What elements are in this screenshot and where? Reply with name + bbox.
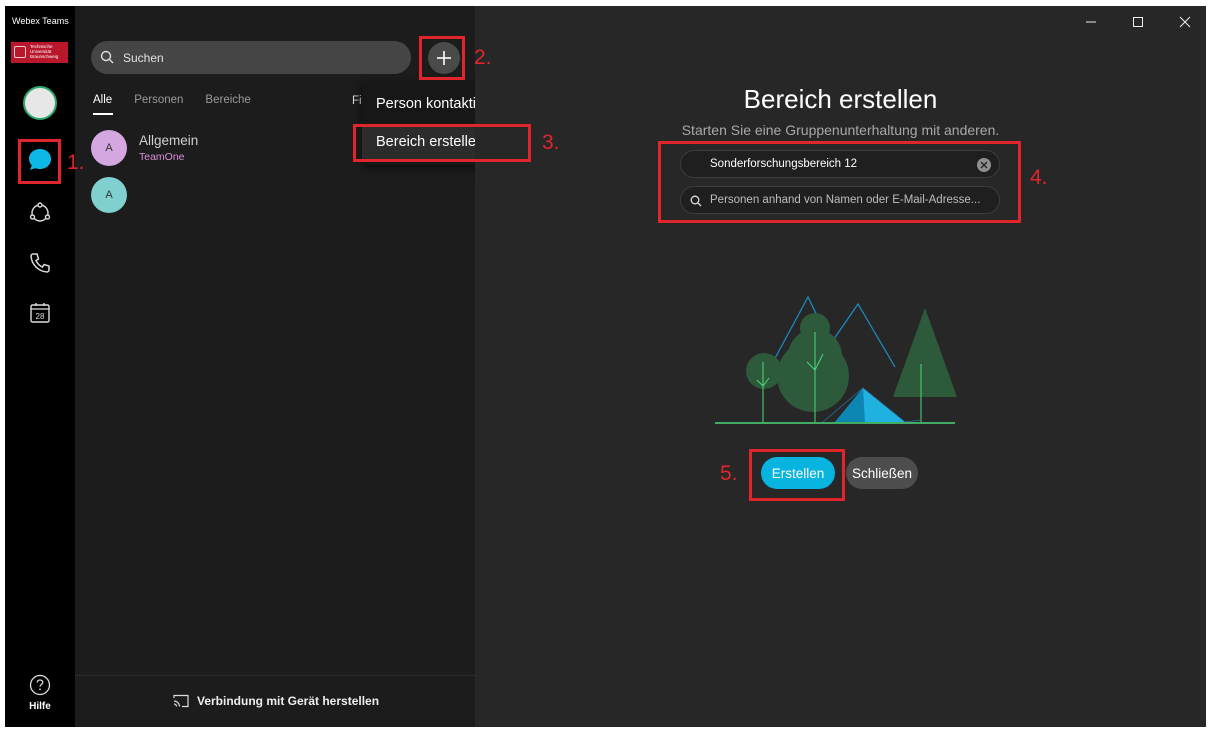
annotation-label-4: 4. (1030, 166, 1048, 189)
list-item[interactable]: A Allgemein TeamOne (91, 130, 351, 166)
user-avatar[interactable] (23, 86, 57, 120)
tab-bereiche[interactable]: Bereiche (205, 94, 250, 110)
space-team: TeamOne (139, 151, 185, 163)
app-title: Webex Teams (12, 16, 69, 26)
calendar-icon: 28 (30, 303, 50, 323)
space-avatar: A (91, 130, 127, 166)
annotation-box-3 (353, 124, 531, 162)
maximize-icon (1133, 17, 1143, 27)
calls-button[interactable] (20, 243, 60, 283)
footer-divider (75, 675, 475, 676)
active-tab-indicator (93, 113, 113, 115)
annotation-label-5: 5. (720, 462, 738, 485)
close-icon (1179, 16, 1191, 28)
teams-icon (29, 202, 51, 222)
search-input[interactable]: Suchen (91, 41, 411, 74)
left-rail: Webex Teams Technische Universität Braun… (5, 6, 75, 727)
filter-tabs: Alle Personen Bereiche (93, 94, 273, 110)
teams-button[interactable] (20, 193, 60, 233)
minimize-icon (1086, 21, 1096, 23)
logo-mark (14, 46, 26, 58)
close-button[interactable]: Schließen (846, 457, 918, 489)
annotation-label-2: 2. (474, 46, 492, 69)
page-subtitle: Starten Sie eine Gruppenunterhaltung mit… (681, 122, 1000, 138)
search-placeholder: Suchen (123, 51, 164, 65)
create-space-panel: Bereich erstellen Starten Sie eine Grupp… (475, 6, 1206, 727)
help-button[interactable] (20, 665, 60, 705)
app-window: Webex Teams Technische Universität Braun… (5, 6, 1206, 727)
tab-alle[interactable]: Alle (93, 94, 112, 110)
help-icon (29, 674, 51, 696)
annotation-label-3: 3. (542, 131, 560, 154)
annotation-box-4 (658, 141, 1021, 223)
camping-illustration (715, 295, 957, 424)
page-title: Bereich erstellen (743, 84, 938, 114)
cast-icon (173, 694, 189, 708)
connect-device-label: Verbindung mit Gerät herstellen (197, 694, 380, 708)
list-item[interactable]: A (91, 177, 351, 213)
filter-button[interactable]: Fil (352, 95, 362, 107)
annotation-box-1 (18, 139, 61, 184)
connect-device-button[interactable]: Verbindung mit Gerät herstellen (173, 694, 379, 708)
space-title: Allgemein (139, 133, 199, 148)
close-window-button[interactable] (1175, 12, 1195, 32)
maximize-button[interactable] (1128, 12, 1148, 32)
minimize-button[interactable] (1081, 12, 1101, 32)
annotation-box-5 (749, 449, 845, 501)
help-label: Hilfe (29, 701, 51, 712)
annotation-box-2 (419, 36, 465, 80)
calendar-button[interactable]: 28 (20, 293, 60, 333)
phone-icon (30, 253, 50, 273)
space-avatar: A (91, 177, 127, 213)
tab-personen[interactable]: Personen (134, 94, 183, 110)
organization-logo: Technische Universität Braunschweig (11, 42, 68, 63)
logo-text: Technische Universität Braunschweig (30, 44, 59, 59)
annotation-label-1: 1. (67, 151, 85, 174)
calendar-day: 28 (36, 312, 45, 321)
search-icon (100, 50, 114, 64)
